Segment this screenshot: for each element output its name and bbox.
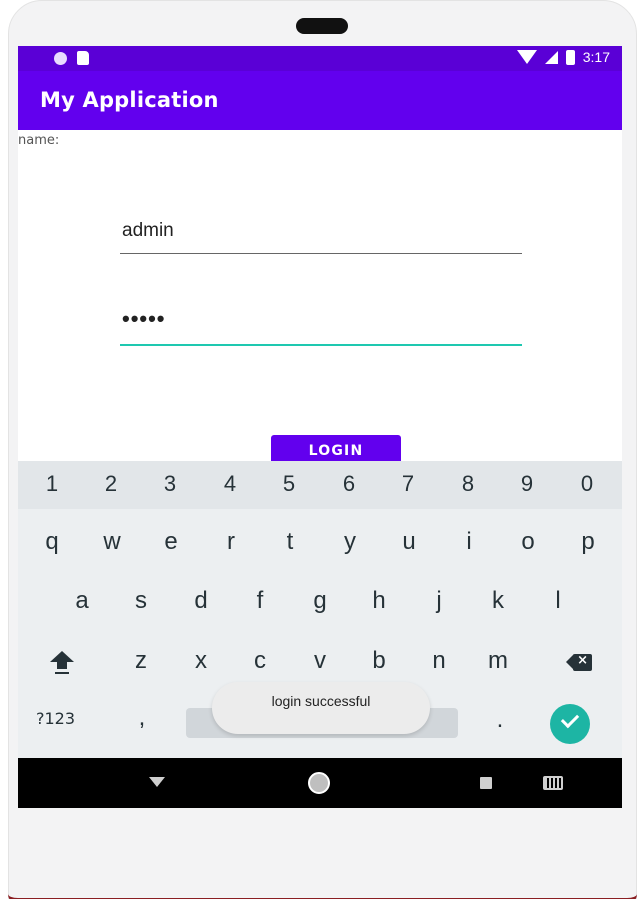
home-icon[interactable] (308, 772, 330, 794)
key-7[interactable]: 7 (388, 469, 428, 499)
key-g[interactable]: g (300, 586, 340, 616)
key-m[interactable]: m (478, 646, 518, 676)
backspace-icon[interactable]: × (566, 653, 592, 671)
key-8[interactable]: 8 (448, 469, 488, 499)
key-h[interactable]: h (359, 586, 399, 616)
key-t[interactable]: t (270, 527, 310, 557)
key-w[interactable]: w (92, 527, 132, 557)
key-6[interactable]: 6 (329, 469, 369, 499)
shift-icon[interactable] (50, 651, 74, 679)
key-k[interactable]: k (478, 586, 518, 616)
navigation-bar (18, 758, 622, 808)
name-label: name: (18, 133, 60, 148)
number-row: 1 2 3 4 5 6 7 8 9 0 (18, 461, 622, 509)
key-i[interactable]: i (449, 527, 489, 557)
key-o[interactable]: o (508, 527, 548, 557)
key-n[interactable]: n (419, 646, 459, 676)
key-v[interactable]: v (300, 646, 340, 676)
key-z[interactable]: z (121, 646, 161, 676)
key-period[interactable]: . (480, 705, 520, 735)
key-f[interactable]: f (240, 586, 280, 616)
toast-message: login successful (212, 682, 430, 734)
key-p[interactable]: p (568, 527, 608, 557)
signal-icon (544, 50, 558, 64)
key-r[interactable]: r (211, 527, 251, 557)
battery-icon (565, 49, 575, 65)
status-time: 3:17 (582, 49, 610, 65)
key-x[interactable]: x (181, 646, 221, 676)
key-q[interactable]: q (32, 527, 72, 557)
password-value: ••••• (122, 306, 166, 331)
status-left-icons (54, 51, 89, 65)
key-1[interactable]: 1 (32, 469, 72, 499)
key-y[interactable]: y (330, 527, 370, 557)
key-l[interactable]: l (538, 586, 578, 616)
back-icon[interactable] (149, 777, 165, 787)
password-field[interactable]: ••••• (120, 306, 522, 346)
key-c[interactable]: c (240, 646, 280, 676)
key-j[interactable]: j (419, 586, 459, 616)
recents-icon[interactable] (480, 777, 492, 789)
key-5[interactable]: 5 (269, 469, 309, 499)
status-right-icons: 3:17 (516, 49, 610, 65)
key-b[interactable]: b (359, 646, 399, 676)
check-icon (560, 709, 580, 729)
app-title: My Application (40, 88, 219, 112)
device-bottom-rim (8, 884, 637, 899)
sd-card-icon (77, 51, 89, 65)
key-4[interactable]: 4 (210, 469, 250, 499)
app-bar: My Application (18, 71, 622, 130)
status-bar: 3:17 (18, 46, 622, 71)
key-s[interactable]: s (121, 586, 161, 616)
wifi-icon (516, 50, 537, 64)
key-3[interactable]: 3 (150, 469, 190, 499)
keyboard-switch-icon[interactable] (543, 776, 563, 790)
done-button[interactable] (550, 704, 590, 744)
login-form: name: admin ••••• LOGIN (18, 130, 622, 465)
dot-icon (54, 51, 67, 65)
key-2[interactable]: 2 (91, 469, 131, 499)
key-comma[interactable]: , (122, 703, 162, 733)
key-d[interactable]: d (181, 586, 221, 616)
username-value: admin (122, 220, 174, 241)
key-u[interactable]: u (389, 527, 429, 557)
speaker-grille (296, 18, 348, 34)
key-0[interactable]: 0 (567, 469, 607, 499)
key-9[interactable]: 9 (507, 469, 547, 499)
username-field[interactable]: admin (120, 218, 522, 254)
symbols-key[interactable]: ?123 (36, 709, 75, 728)
key-a[interactable]: a (62, 586, 102, 616)
key-e[interactable]: e (151, 527, 191, 557)
